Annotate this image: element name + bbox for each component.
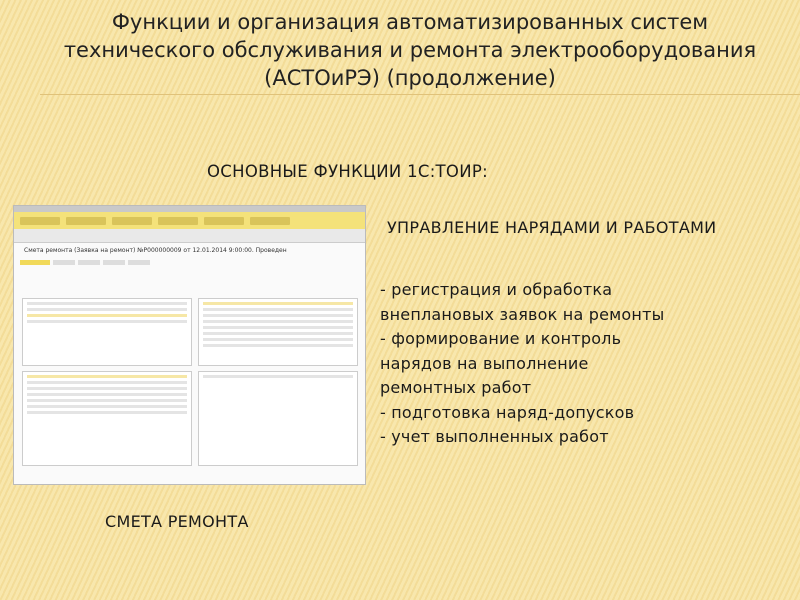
- title-line: технического обслуживания и ремонта элек…: [63, 38, 757, 62]
- list-line: - формирование и контроль: [380, 329, 622, 348]
- section-heading: УПРАВЛЕНИЕ НАРЯДАМИ И РАБОТАМИ: [387, 218, 717, 237]
- list-line: - подготовка наряд-допусков: [380, 402, 635, 422]
- list-line: внеплановых заявок на ремонты: [380, 304, 665, 324]
- app-screenshot: Смета ремонта (Заявка на ремонт) №Р00000…: [13, 205, 366, 485]
- open-tabs: [14, 229, 365, 243]
- function-list: - регистрация и обработка внеплановых за…: [380, 278, 664, 450]
- subheading: ОСНОВНЫЕ ФУНКЦИИ 1С:ТОИР:: [207, 162, 488, 181]
- works-list: [22, 298, 192, 366]
- sections-panel: [14, 212, 365, 229]
- slide-title: Функции и организация автоматизированных…: [40, 8, 780, 92]
- list-line: ремонтных работ: [380, 378, 532, 397]
- title-line: Функции и организация автоматизированных…: [111, 10, 709, 34]
- resources-table: [198, 298, 358, 366]
- operations-table: [198, 371, 358, 466]
- list-line: - регистрация и обработка: [380, 280, 613, 299]
- command-bar: [14, 258, 365, 267]
- list-line: - учет выполненных работ: [380, 427, 609, 446]
- title-line: (АСТОиРЭ) (продолжение): [264, 66, 556, 90]
- list-line: нарядов на выполнение: [380, 353, 589, 373]
- title-divider: [40, 94, 800, 95]
- screenshot-caption: СМЕТА РЕМОНТА: [105, 512, 249, 531]
- document-title: Смета ремонта (Заявка на ремонт) №Р00000…: [24, 247, 287, 254]
- work-tree: [22, 371, 192, 466]
